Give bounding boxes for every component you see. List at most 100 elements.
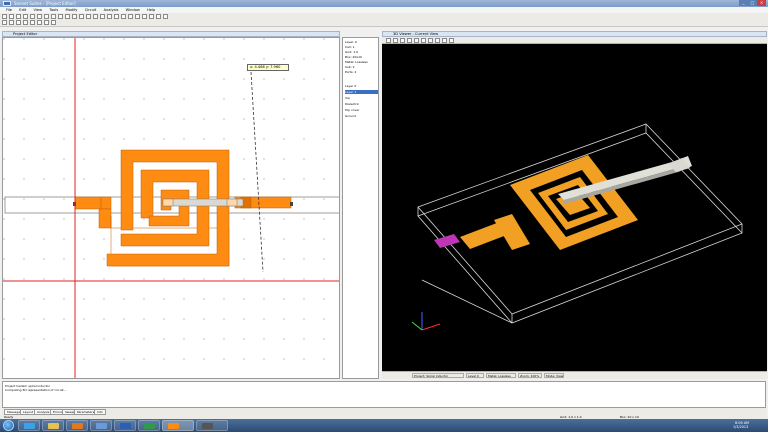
browser-icon	[24, 423, 35, 429]
view-3d-icon[interactable]	[142, 14, 147, 19]
taskbar-word[interactable]	[114, 420, 136, 431]
level-up-icon[interactable]	[128, 14, 133, 19]
layout-canvas[interactable]	[2, 37, 340, 379]
select-icon[interactable]	[2, 20, 7, 25]
window-title: Sonnet Suites - [Project Editor]	[14, 1, 76, 6]
viewer-status-zoom: Zoom: 100%	[518, 373, 542, 378]
panel-line: Ports: 2	[345, 70, 357, 74]
clock-date[interactable]: 1/3/2013	[733, 425, 748, 429]
paste-icon[interactable]	[44, 14, 49, 19]
level-down-icon[interactable]	[135, 14, 140, 19]
layer-item[interactable]: Top cover	[345, 108, 359, 112]
reference-plane-icon[interactable]	[51, 20, 56, 25]
redo-icon[interactable]	[58, 14, 63, 19]
taskbar-excel[interactable]	[138, 420, 160, 431]
word-icon	[120, 423, 131, 429]
sonnet-app-icon	[3, 1, 11, 6]
new-file-icon[interactable]	[2, 14, 7, 19]
dimension-icon[interactable]	[44, 20, 49, 25]
port-2-marker[interactable]	[290, 202, 293, 206]
zoom-out-icon[interactable]	[72, 14, 77, 19]
port-icon[interactable]	[114, 14, 119, 19]
response-icon[interactable]	[163, 14, 168, 19]
layers-icon[interactable]	[435, 38, 440, 43]
open-icon[interactable]	[9, 14, 14, 19]
side-view-icon[interactable]	[421, 38, 426, 43]
toolbar	[0, 13, 768, 27]
taskbar-ie[interactable]	[18, 420, 40, 431]
grid-icon[interactable]	[86, 14, 91, 19]
move-icon[interactable]	[9, 20, 14, 25]
log-line: Computing 3D representation of circuit..…	[5, 388, 67, 392]
via-icon[interactable]	[107, 14, 112, 19]
zoom-in-icon[interactable]	[65, 14, 70, 19]
app-icon	[96, 423, 107, 429]
layer-item[interactable]: Via	[345, 96, 350, 100]
grid-dots	[3, 38, 339, 378]
zoom-fit-icon[interactable]	[79, 14, 84, 19]
ruler-icon[interactable]	[121, 14, 126, 19]
media-icon	[72, 423, 83, 429]
start-button[interactable]	[3, 420, 14, 431]
cut-icon[interactable]	[30, 14, 35, 19]
top-view-icon[interactable]	[414, 38, 419, 43]
panel-line: Cell: 1	[345, 45, 355, 49]
layer-item[interactable]: Layer 0	[345, 84, 356, 88]
print-icon[interactable]	[23, 14, 28, 19]
log-tab-bar: Messages Layout Analysis Errors Sweep Pa…	[2, 408, 766, 415]
iso-view-icon[interactable]	[428, 38, 433, 43]
polygon-icon[interactable]	[93, 14, 98, 19]
panel-line: Metal: Lossless	[345, 60, 368, 64]
save-icon[interactable]	[16, 14, 21, 19]
viewer-icon	[202, 423, 213, 429]
rectangle-icon[interactable]	[100, 14, 105, 19]
close-button[interactable]: ×	[757, 0, 766, 6]
viewer-status-metal: Metal: Lossless	[486, 373, 516, 378]
layout-drawing[interactable]	[3, 38, 340, 379]
minimize-button[interactable]: _	[739, 0, 748, 6]
bridge-via-left	[162, 198, 174, 207]
rotate-icon[interactable]	[16, 20, 21, 25]
viewer-toolbar	[382, 37, 767, 44]
taskbar-media[interactable]	[66, 420, 88, 431]
taskbar-sonnet[interactable]	[162, 420, 194, 431]
viewer-3d-canvas[interactable]	[382, 44, 767, 371]
maximize-button[interactable]: □	[748, 0, 757, 6]
title-bar: Sonnet Suites - [Project Editor] _ □ ×	[0, 0, 768, 7]
layer-item[interactable]: Dielectric	[345, 102, 359, 106]
left-feed-joint	[100, 196, 112, 210]
zoom-icon[interactable]	[400, 38, 405, 43]
current-density-icon[interactable]	[156, 14, 161, 19]
left-feed	[74, 196, 102, 210]
layer-item[interactable]: Ground	[345, 114, 356, 118]
taskbar-explorer[interactable]	[42, 420, 64, 431]
spiral-bottom-left-leg	[98, 208, 112, 229]
undo-icon[interactable]	[51, 14, 56, 19]
panel-line: Level: 0	[345, 40, 357, 44]
sonnet-icon	[168, 423, 179, 429]
align-icon[interactable]	[30, 20, 35, 25]
layer-item-selected[interactable]: Layer 1	[345, 90, 378, 94]
toolbar-row-draw	[2, 20, 58, 26]
zoom-fit-icon[interactable]	[407, 38, 412, 43]
taskbar-app[interactable]	[90, 420, 112, 431]
excel-icon	[144, 423, 155, 429]
viewer-3d-drawing[interactable]	[382, 44, 767, 371]
settings-icon[interactable]	[449, 38, 454, 43]
rotate-icon[interactable]	[386, 38, 391, 43]
wireframe-icon[interactable]	[442, 38, 447, 43]
mirror-icon[interactable]	[23, 20, 28, 25]
analyze-icon[interactable]	[149, 14, 154, 19]
pan-icon[interactable]	[393, 38, 398, 43]
snap-icon[interactable]	[37, 20, 42, 25]
panel-line: Grid: 1.0	[345, 50, 359, 54]
viewer-status-project: Project: Spiral inductor	[412, 373, 464, 378]
taskbar: 8:06 AM 1/3/2013	[0, 419, 768, 432]
viewer-status-level: Level 0	[466, 373, 484, 378]
taskbar-sonnet-viewer[interactable]	[196, 420, 228, 431]
message-log: Project loaded: spiral inductor Computin…	[2, 381, 766, 408]
bridge-via-right	[226, 198, 238, 207]
viewer-status-bar: Project: Spiral inductor Level 0 Metal: …	[382, 371, 767, 379]
property-panel: Level: 0 Cell: 1 Grid: 1.0 Box: 20x10 Me…	[342, 37, 379, 379]
copy-icon[interactable]	[37, 14, 42, 19]
